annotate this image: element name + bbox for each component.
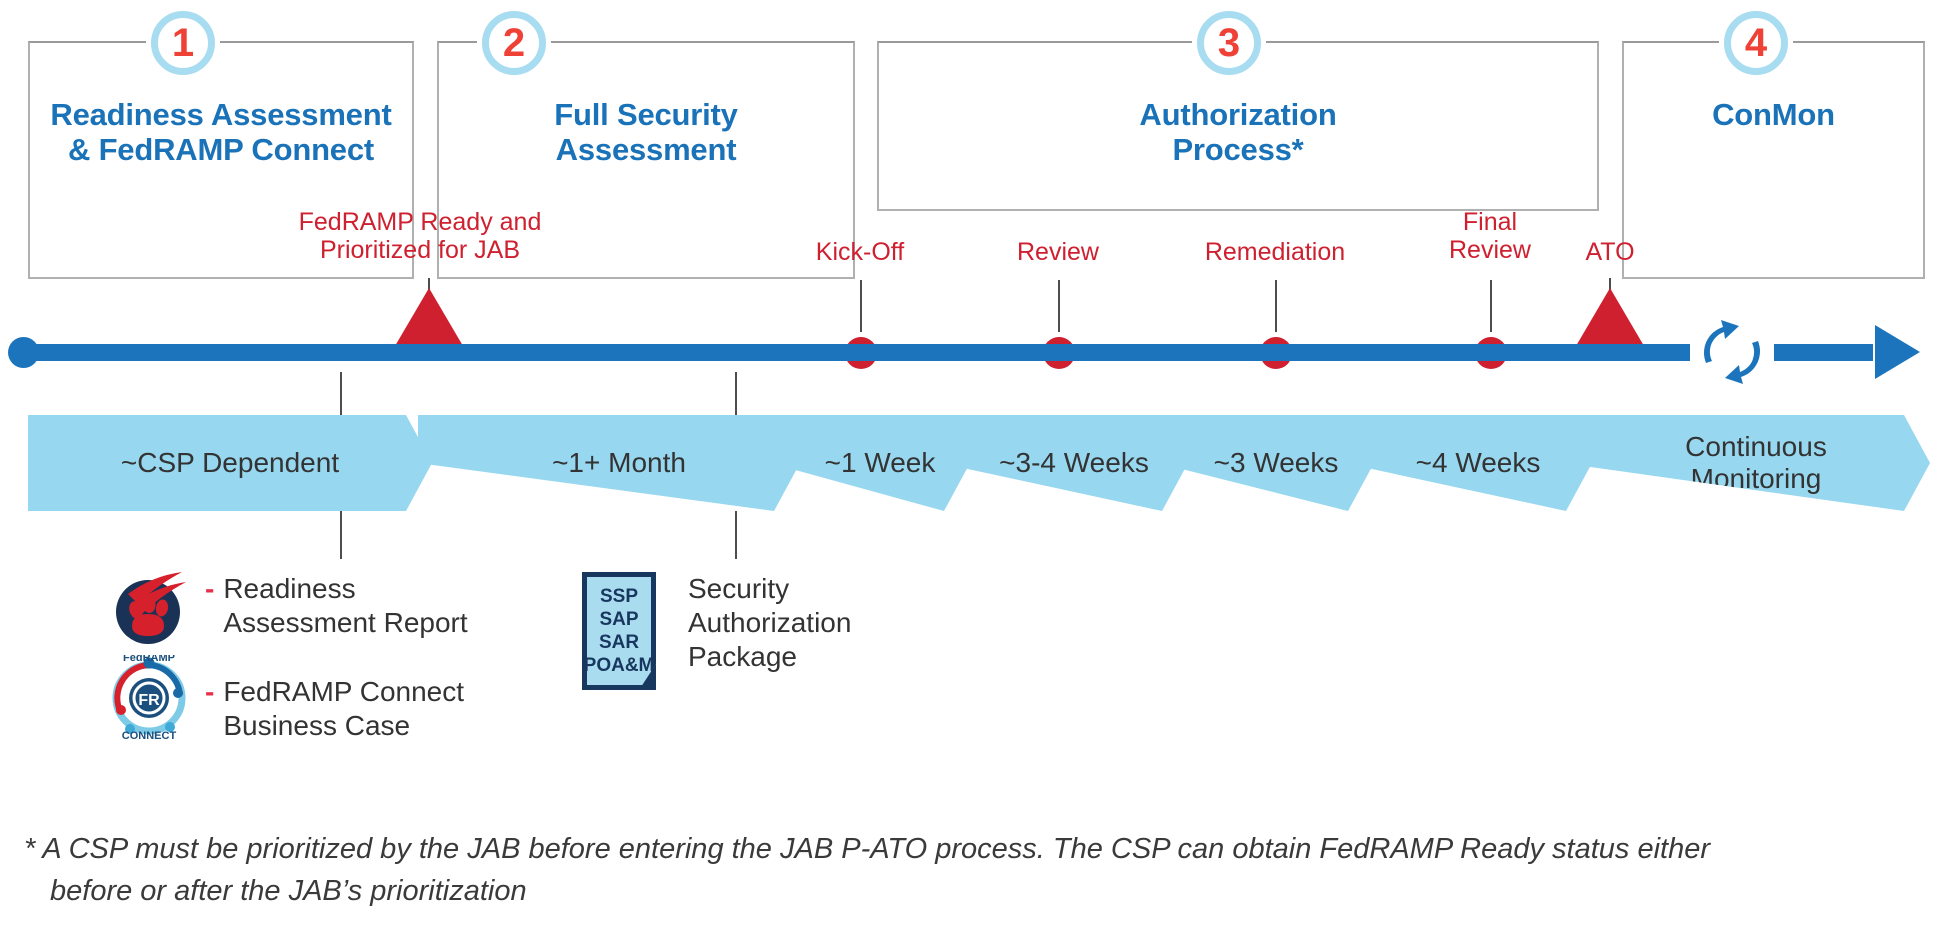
deliverable-text-1-line1: Readiness (223, 573, 356, 604)
deliverable-readiness-assessment-report: - Readiness Assessment Report (205, 572, 535, 640)
milestone-label-review-line1: Review (1017, 238, 1099, 266)
deliverable-text-2-line1: FedRAMP Connect (223, 676, 465, 707)
milestone-label-remediation: Remediation (1155, 238, 1395, 266)
phase-title-2-line1: Full Security (554, 97, 738, 132)
phase-title-4-line1: ConMon (1712, 97, 1835, 132)
phase-title-4: ConMon (1622, 97, 1925, 133)
connector-chevron-to-deliverable-2 (735, 511, 737, 559)
milestone-label-ato: ATO (1520, 238, 1700, 266)
timeline-diagram: 1 2 3 4 Readiness Assessment & FedRAMP C… (0, 0, 1951, 938)
phase-number-1-label: 1 (171, 21, 195, 65)
phase-title-1: Readiness Assessment & FedRAMP Connect (28, 97, 414, 167)
duration-chevron-4: ~3-4 Weeks (940, 415, 1188, 511)
duration-chevron-5: ~3 Weeks (1158, 415, 1374, 511)
milestone-stem-final-review (1490, 280, 1492, 335)
phase-number-4: 4 (1724, 11, 1788, 75)
svg-text:CONNECT: CONNECT (122, 730, 177, 741)
footnote-line1: * A CSP must be prioritized by the JAB b… (24, 833, 1711, 865)
milestone-label-final-review-line1: Final (1462, 208, 1518, 236)
milestone-label-kick-off-line1: Kick-Off (815, 238, 905, 266)
milestone-label-fedramp-ready: FedRAMP Ready and Prioritized for JAB (240, 208, 600, 264)
milestone-label-ato-line1: ATO (1585, 238, 1635, 266)
milestone-triangle-fedramp-ready (395, 288, 463, 346)
milestone-label-review: Review (958, 238, 1158, 266)
deliverable-text-3-line2: Authorization (688, 607, 852, 639)
deliverable-text-1: Readiness Assessment Report (223, 572, 467, 640)
duration-chevron-2-label: ~1+ Month (552, 446, 686, 478)
phase-title-2-line2: Assessment (555, 131, 737, 167)
svg-text:FedRAMP: FedRAMP (123, 655, 175, 664)
footnote: * A CSP must be prioritized by the JAB b… (24, 828, 1924, 912)
doc-line-3: SAR (598, 632, 640, 653)
connector-axis-to-chevron-1 (340, 372, 342, 418)
deliverable-text-3-line3: Package (688, 641, 797, 673)
duration-chevron-6: ~4 Weeks (1344, 415, 1592, 511)
connector-chevron-to-deliverable-1 (340, 511, 342, 559)
milestone-stem-review (1058, 280, 1060, 335)
duration-chevron-1-label: ~CSP Dependent (120, 446, 340, 478)
milestone-label-fedramp-ready-line1: FedRAMP Ready and (298, 208, 542, 236)
security-package-document-icon: SSP SAP SAR POA&M (582, 572, 656, 690)
footnote-line2: before or after the JAB’s prioritization (50, 875, 527, 908)
duration-chevron-1: ~CSP Dependent (28, 415, 432, 511)
duration-chevron-3-label: ~1 Week (824, 446, 936, 478)
timeline-arrow-icon (1875, 325, 1920, 379)
3pao-paw-logo-icon (108, 570, 188, 650)
deliverable-dash-2: - (205, 676, 215, 707)
doc-line-1: SSP (599, 585, 639, 607)
phase-number-2-label: 2 (502, 21, 526, 65)
deliverable-fedramp-connect-business-case: - FedRAMP Connect Business Case (205, 675, 545, 743)
deliverable-text-2-line2: Business Case (223, 710, 411, 742)
doc-line-2: SAP (599, 608, 639, 630)
duration-chevron-2: ~1+ Month (418, 415, 800, 511)
phase-number-3-label: 3 (1217, 21, 1241, 65)
milestone-triangle-ato (1576, 288, 1644, 346)
deliverable-text-1-line2: Assessment Report (223, 607, 468, 639)
phase-title-3-line2: Process* (1172, 131, 1304, 167)
deliverable-text-2: FedRAMP Connect Business Case (223, 675, 464, 743)
phase-title-1-line2: & FedRAMP Connect (67, 131, 375, 167)
deliverable-text-3: Security Authorization Package (688, 572, 851, 674)
duration-chevron-4-label: ~3-4 Weeks (999, 446, 1149, 478)
deliverable-security-authorization-package: Security Authorization Package (688, 572, 988, 674)
duration-chevron-6-label: ~4 Weeks (1415, 446, 1541, 478)
connector-axis-to-chevron-2 (735, 372, 737, 418)
milestone-label-remediation-line1: Remediation (1204, 238, 1346, 266)
milestone-stem-remediation (1275, 280, 1277, 335)
continuous-monitoring-cycle-icon (1693, 313, 1771, 391)
phase-number-2: 2 (482, 11, 546, 75)
deliverable-text-3-line1: Security (688, 573, 790, 604)
timeline-axis (23, 344, 1873, 361)
phase-number-1: 1 (151, 11, 215, 75)
phase-title-1-line1: Readiness Assessment (50, 97, 392, 132)
milestone-stem-kick-off (860, 280, 862, 335)
duration-chevron-7-line2: Monitoring (1690, 463, 1822, 494)
doc-line-4: POA&M (583, 655, 655, 677)
deliverable-dash-1: - (205, 573, 215, 604)
duration-chevron-7-label: Continuous Monitoring (1685, 431, 1827, 495)
milestone-label-kick-off: Kick-Off (760, 238, 960, 266)
timeline-start-dot (8, 337, 39, 368)
duration-chevron-5-label: ~3 Weeks (1213, 446, 1339, 478)
milestone-label-fedramp-ready-line2: Prioritized for JAB (319, 236, 521, 264)
phase-title-2: Full Security Assessment (437, 97, 855, 167)
duration-chevron-7-line1: Continuous (1685, 430, 1827, 462)
phase-title-3: Authorization Process* (877, 97, 1599, 167)
phase-number-3: 3 (1197, 11, 1261, 75)
phase-title-3-line1: Authorization (1139, 97, 1337, 132)
svg-text:FR: FR (138, 692, 160, 709)
phase-number-4-label: 4 (1744, 21, 1768, 65)
duration-chevron-7: Continuous Monitoring (1562, 415, 1930, 511)
fedramp-connect-logo-icon: FR FedRAMP CONNECT (108, 652, 190, 742)
